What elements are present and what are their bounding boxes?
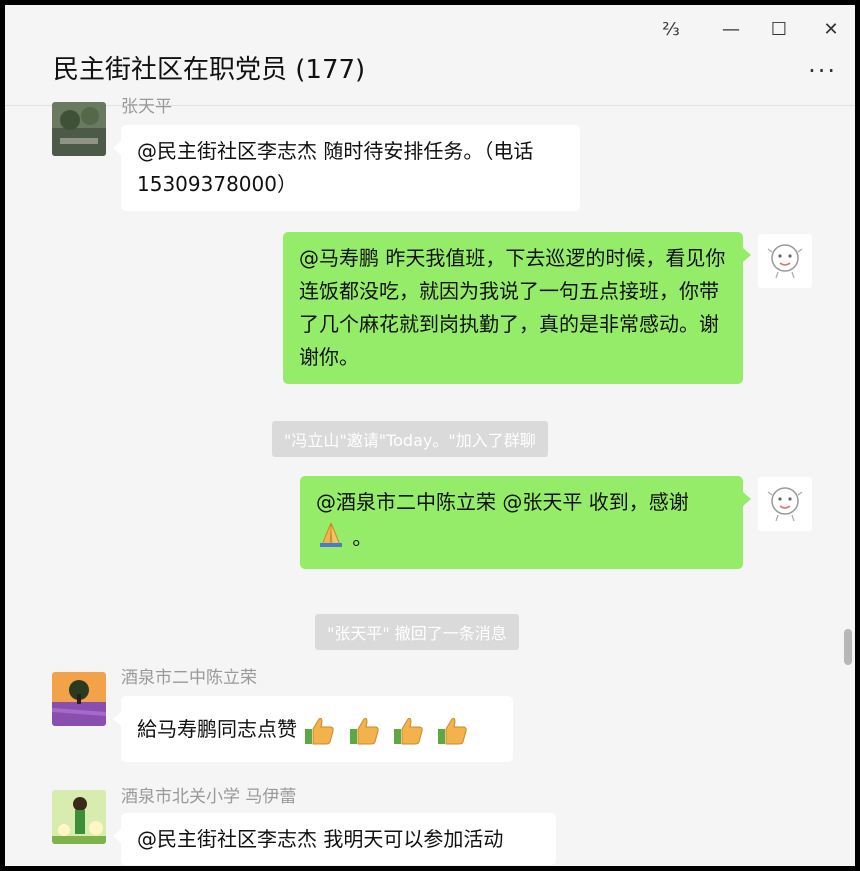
message-text: 給马寿鹏同志点赞 xyxy=(137,717,297,741)
message-text: @酒泉市二中陈立荣 @张天平 收到，感谢 xyxy=(316,490,689,514)
system-notice: "张天平" 撤回了一条消息 xyxy=(315,614,519,650)
thumbs-up-icon xyxy=(392,716,424,746)
pray-icon xyxy=(316,519,346,559)
message-bubble[interactable]: @民主街社区李志杰 随时待安排任务。（电话15309378000） xyxy=(113,125,580,211)
minimize-icon[interactable]: — xyxy=(717,17,745,43)
title-bar: ⅔ — ☐ ✕ 民主街社区在职党员 (177) ··· xyxy=(5,5,855,106)
pin-icon[interactable]: ⅔ xyxy=(657,17,685,43)
system-notice: "冯立山"邀请"Today。"加入了群聊 xyxy=(272,421,548,457)
thumbs-up-icon xyxy=(436,716,468,746)
chat-title: 民主街社区在职党员 (177) xyxy=(53,55,366,85)
message-text: @民主街社区李志杰 我明天可以参加活动 xyxy=(137,827,504,851)
message-bubble[interactable]: 給马寿鹏同志点赞 xyxy=(113,696,513,762)
message-bubble[interactable]: @民主街社区李志杰 我明天可以参加活动 xyxy=(113,813,556,865)
my-avatar[interactable] xyxy=(758,477,812,531)
my-avatar[interactable] xyxy=(758,234,812,288)
avatar[interactable] xyxy=(52,672,106,726)
message-bubble[interactable]: @酒泉市二中陈立荣 @张天平 收到，感谢 。 xyxy=(300,476,751,569)
scrollbar[interactable] xyxy=(844,629,852,665)
message-text: @民主街社区李志杰 随时待安排任务。（电话15309378000） xyxy=(137,139,534,196)
sender-name: 张天平 xyxy=(121,97,172,117)
message-text: @马寿鹏 昨天我值班，下去巡逻的时候，看见你连饭都没吃，就因为我说了一句五点接班… xyxy=(299,246,726,369)
sender-name: 酒泉市北关小学 马伊蕾 xyxy=(121,787,297,807)
more-icon[interactable]: ··· xyxy=(808,57,837,85)
close-icon[interactable]: ✕ xyxy=(817,17,845,43)
chat-window: ⅔ — ☐ ✕ 民主街社区在职党员 (177) ··· 张天平 @民主街社区李志… xyxy=(5,5,855,866)
avatar[interactable] xyxy=(52,102,106,156)
avatar[interactable] xyxy=(52,790,106,844)
maximize-icon[interactable]: ☐ xyxy=(765,17,793,43)
message-text: 。 xyxy=(352,525,373,550)
thumbs-up-icon xyxy=(303,716,335,746)
message-bubble[interactable]: @马寿鹏 昨天我值班，下去巡逻的时候，看见你连饭都没吃，就因为我说了一句五点接班… xyxy=(283,232,751,384)
sender-name: 酒泉市二中陈立荣 xyxy=(121,668,257,688)
message-list[interactable]: 张天平 @民主街社区李志杰 随时待安排任务。（电话15309378000） @马… xyxy=(5,97,855,866)
thumbs-up-icon xyxy=(348,716,380,746)
